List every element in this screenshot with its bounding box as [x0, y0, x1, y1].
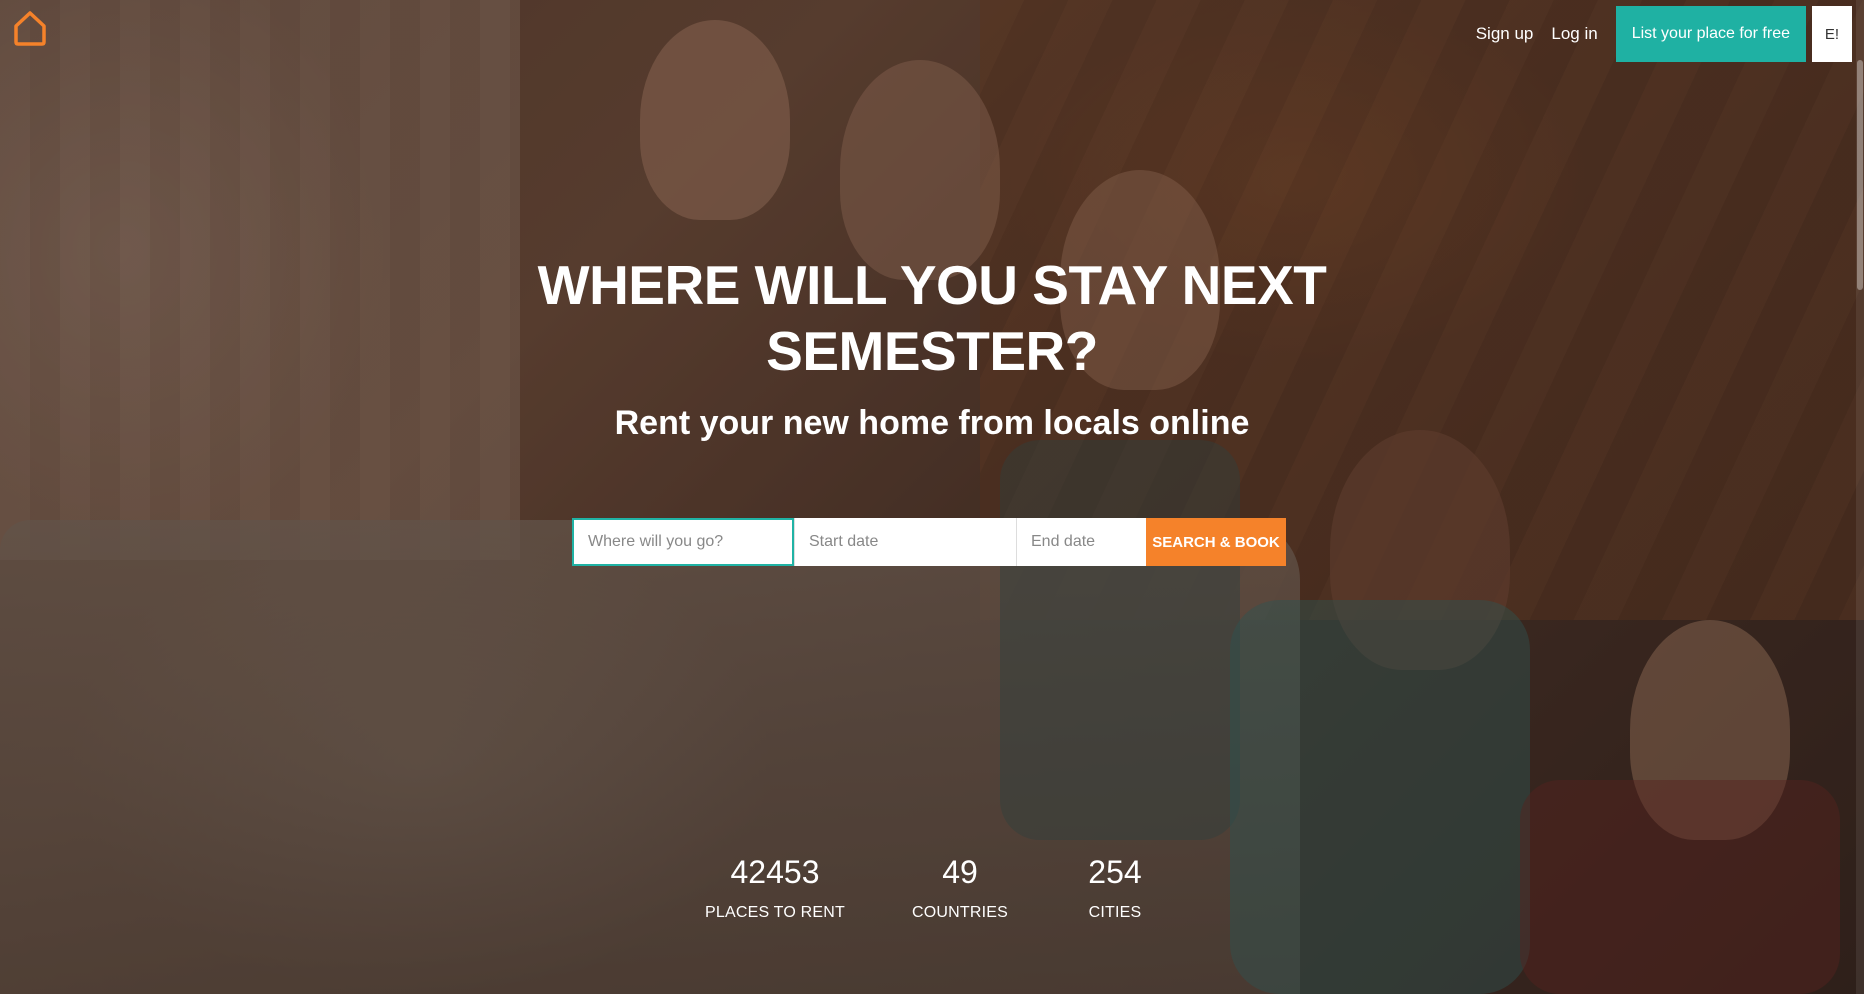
hero-subheadline: Rent your new home from locals online — [614, 404, 1250, 442]
top-navigation: Sign up Log in List your place for free … — [1476, 6, 1852, 62]
stat-value: 49 — [942, 854, 978, 890]
search-bar: SEARCH & BOOK — [572, 518, 1286, 566]
stat-value: 42453 — [730, 854, 820, 890]
stat-label: PLACES TO RENT — [704, 904, 846, 921]
stat-cities: 254 CITIES — [1060, 852, 1170, 922]
headline-line-1: WHERE WILL YOU STAY NEXT — [537, 254, 1327, 316]
start-date-input[interactable] — [794, 518, 1016, 566]
list-place-button[interactable]: List your place for free — [1615, 6, 1806, 62]
stat-label: COUNTRIES — [911, 904, 1009, 921]
page-scrollbar[interactable] — [1856, 0, 1864, 994]
stat-places: 42453 PLACES TO RENT — [700, 852, 850, 922]
hero-background — [0, 0, 1864, 994]
language-selector[interactable]: E! — [1812, 6, 1852, 62]
destination-input[interactable] — [572, 518, 794, 566]
signup-link[interactable]: Sign up — [1476, 24, 1534, 44]
hero-headline: WHERE WILL YOU STAY NEXT SEMESTER? — [0, 252, 1864, 384]
end-date-input[interactable] — [1016, 518, 1146, 566]
house-logo-icon[interactable] — [12, 8, 48, 48]
hero-overlay — [0, 0, 1864, 994]
scrollbar-thumb[interactable] — [1857, 60, 1863, 290]
stat-label: CITIES — [1088, 904, 1142, 921]
search-book-button[interactable]: SEARCH & BOOK — [1146, 518, 1286, 566]
headline-line-2: SEMESTER? — [766, 320, 1098, 382]
stat-value: 254 — [1088, 854, 1142, 890]
stat-countries: 49 COUNTRIES — [900, 852, 1020, 922]
login-link[interactable]: Log in — [1551, 24, 1597, 44]
